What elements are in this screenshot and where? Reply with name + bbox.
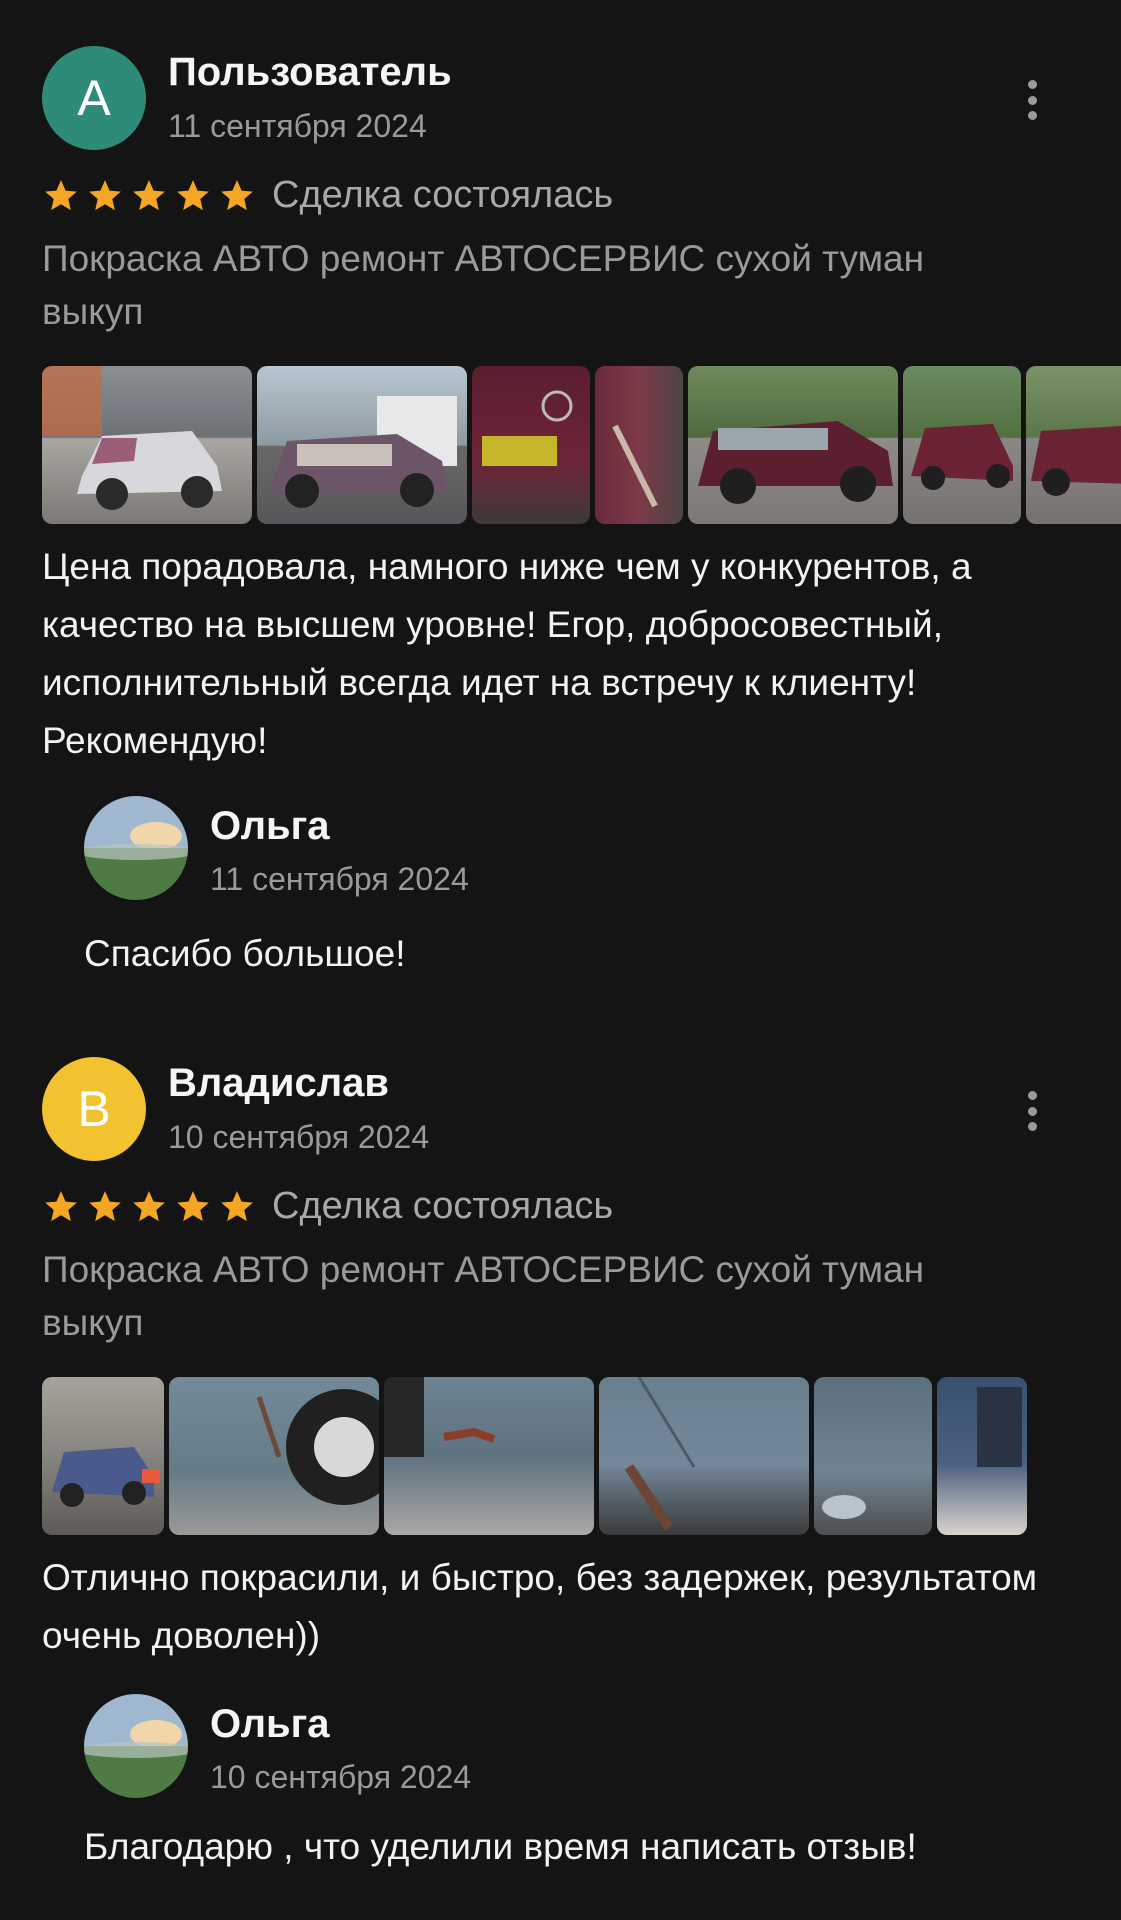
more-options-button[interactable] xyxy=(1016,1087,1048,1135)
review-photo[interactable] xyxy=(384,1377,594,1535)
review-author[interactable]: Пользователь xyxy=(168,50,452,95)
dot-icon xyxy=(1027,111,1037,120)
reply-avatar[interactable] xyxy=(84,796,188,900)
avatar-letter: А xyxy=(77,70,111,126)
review-photo[interactable] xyxy=(169,1377,379,1535)
rating-row: Сделка состоялась xyxy=(42,1185,613,1228)
review-text: Цена порадовала, намного ниже чем у конк… xyxy=(42,546,972,761)
dot-icon xyxy=(1027,95,1037,105)
review-photo[interactable] xyxy=(814,1377,932,1535)
car-photo-icon xyxy=(1031,426,1121,496)
dot-icon xyxy=(1027,1106,1037,1116)
star-icon xyxy=(221,179,253,210)
star-icon xyxy=(177,179,209,210)
review-photo[interactable] xyxy=(599,1377,809,1535)
author-avatar[interactable]: В xyxy=(42,1057,146,1161)
car-photo-icon xyxy=(822,1495,866,1519)
dot-icon xyxy=(1027,1122,1037,1131)
deal-status: Сделка состоялась xyxy=(272,1185,614,1227)
rating-row: Сделка состоялась xyxy=(42,174,613,217)
service-title[interactable]: Покраска АВТО ремонт АВТОСЕРВИС сухой ту… xyxy=(42,1243,1022,1349)
dot-icon xyxy=(1027,80,1037,89)
review-photo[interactable] xyxy=(472,366,590,524)
car-photo-icon xyxy=(612,424,658,508)
car-photo-icon xyxy=(42,366,222,510)
reviews-page: А Пользователь 11 сентября 2024 Сделка с… xyxy=(0,0,1121,1920)
star-icon xyxy=(45,1190,77,1221)
car-photo-icon xyxy=(624,1377,696,1530)
review-photo[interactable] xyxy=(42,1377,164,1535)
review-photo[interactable] xyxy=(903,366,1021,524)
review-photo[interactable] xyxy=(937,1377,1027,1535)
deal-status: Сделка состоялась xyxy=(272,174,614,216)
landscape-avatar-icon xyxy=(84,796,188,900)
reply-text: Благодарю , что уделили время написать о… xyxy=(84,1826,917,1867)
reply-author[interactable]: Ольга xyxy=(210,1702,330,1747)
car-photo-icon xyxy=(384,1377,496,1457)
review-photo[interactable] xyxy=(688,366,898,524)
star-icon xyxy=(177,1190,209,1221)
review-date: 10 сентября 2024 xyxy=(168,1119,430,1155)
author-avatar[interactable]: А xyxy=(42,46,146,150)
reply-date: 11 сентября 2024 xyxy=(210,861,469,897)
review-photo[interactable] xyxy=(257,366,467,524)
avatar-letter: В xyxy=(77,1081,111,1137)
star-icon xyxy=(221,1190,253,1221)
car-photo-icon xyxy=(52,1447,160,1507)
star-icon xyxy=(133,179,165,210)
service-title[interactable]: Покраска АВТО ремонт АВТОСЕРВИС сухой ту… xyxy=(42,232,1022,338)
star-icon xyxy=(89,1190,121,1221)
star-icon xyxy=(89,179,121,210)
photo-strip[interactable] xyxy=(42,1377,1028,1535)
star-icon xyxy=(45,179,77,210)
car-photo-icon xyxy=(911,424,1013,490)
review-author[interactable]: Владислав xyxy=(168,1061,389,1106)
dot-icon xyxy=(1027,1091,1037,1100)
photo-strip[interactable] xyxy=(42,366,1121,524)
review-photo[interactable] xyxy=(595,366,683,524)
landscape-avatar-icon xyxy=(84,1694,188,1798)
car-photo-icon xyxy=(482,390,573,466)
star-rating xyxy=(42,177,256,215)
reply-text: Спасибо большое! xyxy=(84,933,406,974)
review-photo[interactable] xyxy=(42,366,252,524)
review-date: 11 сентября 2024 xyxy=(168,108,427,144)
car-photo-icon xyxy=(272,396,457,508)
car-photo-icon xyxy=(977,1387,1022,1467)
review-text: Отлично покрасили, и быстро, без задерже… xyxy=(42,1557,1038,1656)
more-options-button[interactable] xyxy=(1016,76,1048,124)
reply-avatar[interactable] xyxy=(84,1694,188,1798)
car-photo-icon xyxy=(698,421,893,504)
reply-author[interactable]: Ольга xyxy=(210,804,330,849)
car-photo-icon xyxy=(256,1389,379,1505)
review-photo[interactable] xyxy=(1026,366,1121,524)
star-icon xyxy=(133,1190,165,1221)
star-rating xyxy=(42,1188,256,1226)
reply-date: 10 сентября 2024 xyxy=(210,1759,472,1795)
